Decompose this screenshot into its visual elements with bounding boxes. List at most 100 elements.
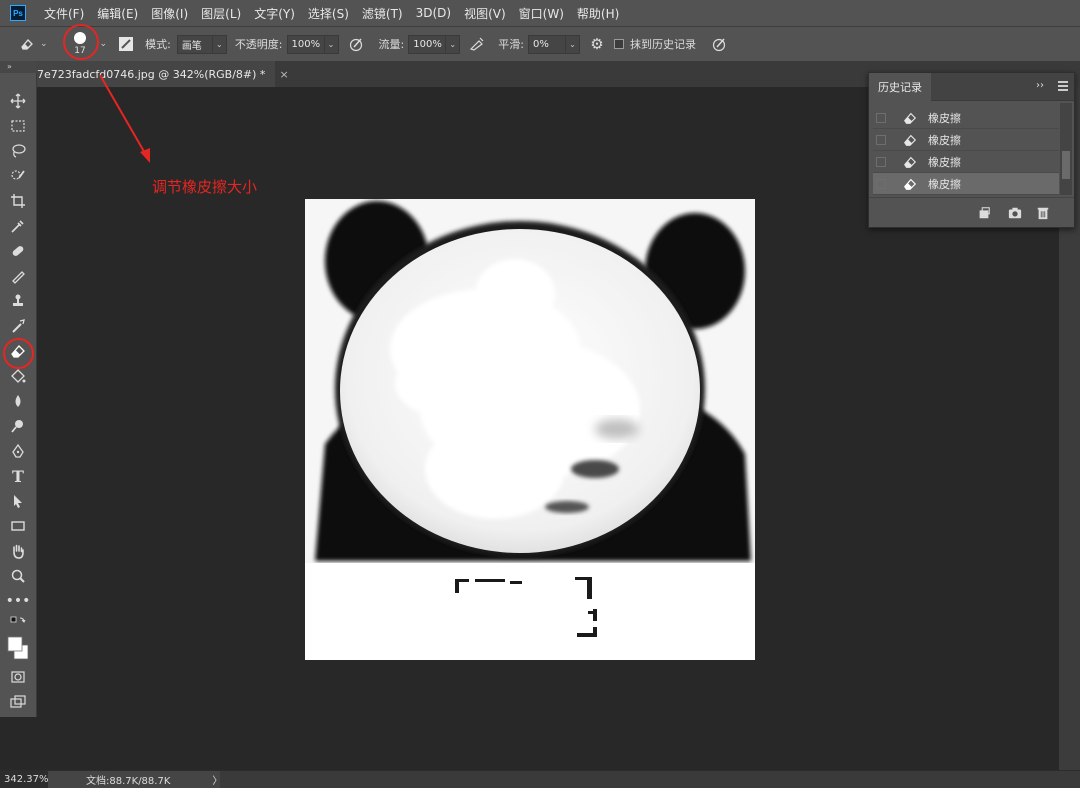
zoom-tool-icon[interactable] [7, 566, 29, 586]
flow-label: 流量: [378, 38, 405, 51]
history-panel-tab[interactable]: 历史记录 [869, 73, 931, 101]
erase-to-history-checkbox[interactable] [613, 39, 624, 49]
history-scroll-thumb[interactable] [1062, 151, 1070, 179]
more-tools-icon[interactable]: ••• [6, 591, 31, 611]
brush-picker-chevron-icon[interactable]: ⌄ [100, 39, 108, 49]
menu-filter[interactable]: 滤镜(T) [362, 5, 403, 22]
history-state-label: 橡皮擦 [928, 155, 961, 169]
dodge-tool-icon[interactable] [7, 416, 29, 436]
tool-preset-chevron-icon[interactable]: ⌄ [40, 39, 48, 49]
pressure-opacity-icon[interactable] [347, 35, 365, 53]
mode-label: 模式: [145, 38, 171, 51]
history-state-label: 橡皮擦 [928, 111, 961, 125]
smoothing-settings-gear-icon[interactable]: ⚙ [588, 35, 606, 53]
new-document-from-state-icon[interactable] [977, 206, 991, 220]
menu-select[interactable]: 选择(S) [308, 5, 349, 22]
eraser-icon [902, 132, 918, 148]
menu-file[interactable]: 文件(F) [44, 5, 84, 22]
swap-colors-icon[interactable] [7, 614, 29, 634]
panel-menu-icon[interactable] [1058, 81, 1068, 91]
image-canvas[interactable] [305, 199, 755, 660]
menu-edit[interactable]: 编辑(E) [97, 5, 138, 22]
eraser-icon [902, 154, 918, 170]
photoshop-logo-icon: Ps [10, 5, 26, 21]
document-tab[interactable]: 7e723fadcfd0746.jpg @ 342%(RGB/8#) * × [37, 61, 289, 87]
screen-mode-icon[interactable] [7, 692, 29, 712]
path-select-tool-icon[interactable] [7, 491, 29, 511]
menu-layer[interactable]: 图层(L) [201, 5, 241, 22]
opacity-value: 100% [291, 38, 321, 50]
pen-tool-icon[interactable] [7, 441, 29, 461]
history-state-row[interactable]: 橡皮擦 [873, 129, 1059, 151]
opacity-input[interactable]: 100% [286, 34, 325, 54]
history-brush-source-checkbox[interactable] [876, 112, 886, 123]
brush-size-highlight-circle [63, 24, 99, 60]
history-panel-footer [869, 197, 1074, 227]
airbrush-icon[interactable] [468, 35, 486, 53]
mode-dropdown-icon[interactable]: ⌄ [212, 34, 227, 54]
smoothing-label: 平滑: [498, 38, 524, 51]
mode-select[interactable]: 画笔 [176, 34, 213, 54]
color-swatches-icon[interactable] [7, 633, 29, 663]
move-tool-icon[interactable] [7, 91, 29, 111]
document-info[interactable]: 文档:88.7K/88.7K 〉 [48, 771, 222, 788]
history-state-label: 橡皮擦 [928, 133, 961, 147]
quick-select-tool-icon[interactable] [7, 166, 29, 186]
history-state-row[interactable]: 橡皮擦 [873, 151, 1059, 173]
eraser-tool-highlight-circle [3, 338, 34, 369]
smoothing-input[interactable]: 0% [527, 34, 566, 54]
expand-panel-icon[interactable]: ›› [1036, 80, 1044, 91]
blur-tool-icon[interactable] [7, 391, 29, 411]
history-panel-header: 历史记录 ›› [869, 73, 1074, 101]
paint-bucket-tool-icon[interactable] [7, 366, 29, 386]
eraser-icon [902, 176, 918, 192]
menu-type[interactable]: 文字(Y) [254, 5, 295, 22]
menu-window[interactable]: 窗口(W) [519, 5, 564, 22]
crop-tool-icon[interactable] [7, 191, 29, 211]
history-state-label: 橡皮擦 [928, 177, 961, 191]
menu-help[interactable]: 帮助(H) [577, 5, 619, 22]
lasso-tool-icon[interactable] [7, 141, 29, 161]
pressure-size-icon[interactable] [710, 35, 728, 53]
clone-stamp-tool-icon[interactable] [7, 291, 29, 311]
hand-tool-icon[interactable] [7, 541, 29, 561]
toolbar-collapse-icon[interactable]: » [0, 61, 37, 73]
rectangle-tool-icon[interactable] [7, 516, 29, 536]
opacity-dropdown-icon[interactable]: ⌄ [324, 34, 339, 54]
menu-image[interactable]: 图像(I) [151, 5, 188, 22]
healing-brush-tool-icon[interactable] [7, 241, 29, 261]
tool-preset-eraser-icon[interactable] [18, 35, 36, 53]
options-bar: ⌄ ⌄ 模式: 画笔 ⌄ 不透明度: 100% ⌄ 流量: 100% ⌄ 平滑:… [0, 26, 1080, 61]
menu-view[interactable]: 视图(V) [464, 5, 506, 22]
create-snapshot-camera-icon[interactable] [1008, 206, 1022, 220]
history-state-row-active[interactable]: 橡皮擦 [873, 173, 1059, 195]
smoothing-value: 0% [532, 38, 549, 50]
type-tool-icon[interactable]: T [7, 466, 29, 486]
brush-settings-panel-icon[interactable] [117, 35, 135, 53]
menu-3d[interactable]: 3D(D) [416, 6, 451, 20]
quick-mask-icon[interactable] [7, 667, 29, 687]
smoothing-dropdown-icon[interactable]: ⌄ [565, 34, 580, 54]
status-menu-arrow-icon[interactable]: 〉 [212, 772, 222, 787]
brush-tool-icon[interactable] [7, 266, 29, 286]
zoom-level-field[interactable]: 342.37% [0, 771, 49, 788]
eyedropper-tool-icon[interactable] [7, 216, 29, 236]
history-brush-source-checkbox[interactable] [876, 178, 886, 189]
marquee-tool-icon[interactable] [7, 116, 29, 136]
close-tab-icon[interactable]: × [279, 68, 288, 81]
history-brush-source-checkbox[interactable] [876, 156, 886, 167]
history-brush-tool-icon[interactable] [7, 316, 29, 336]
delete-state-trash-icon[interactable] [1036, 206, 1050, 220]
history-state-row[interactable]: 橡皮擦 [873, 107, 1059, 129]
flow-dropdown-icon[interactable]: ⌄ [446, 34, 461, 54]
menu-bar: Ps 文件(F) 编辑(E) 图像(I) 图层(L) 文字(Y) 选择(S) 滤… [0, 0, 1080, 26]
erase-to-history-label[interactable]: 抹到历史记录 [630, 36, 696, 52]
flow-input[interactable]: 100% [408, 34, 447, 54]
opacity-label: 不透明度: [234, 38, 283, 51]
history-scrollbar[interactable] [1060, 103, 1072, 195]
status-bar: 342.37% 文档:88.7K/88.7K 〉 [0, 770, 1080, 788]
history-brush-source-checkbox[interactable] [876, 134, 886, 145]
document-tab-title: 7e723fadcfd0746.jpg @ 342%(RGB/8#) * [37, 67, 266, 81]
document-size-text: 文档:88.7K/88.7K [86, 776, 171, 787]
mode-value: 画笔 [181, 40, 202, 52]
